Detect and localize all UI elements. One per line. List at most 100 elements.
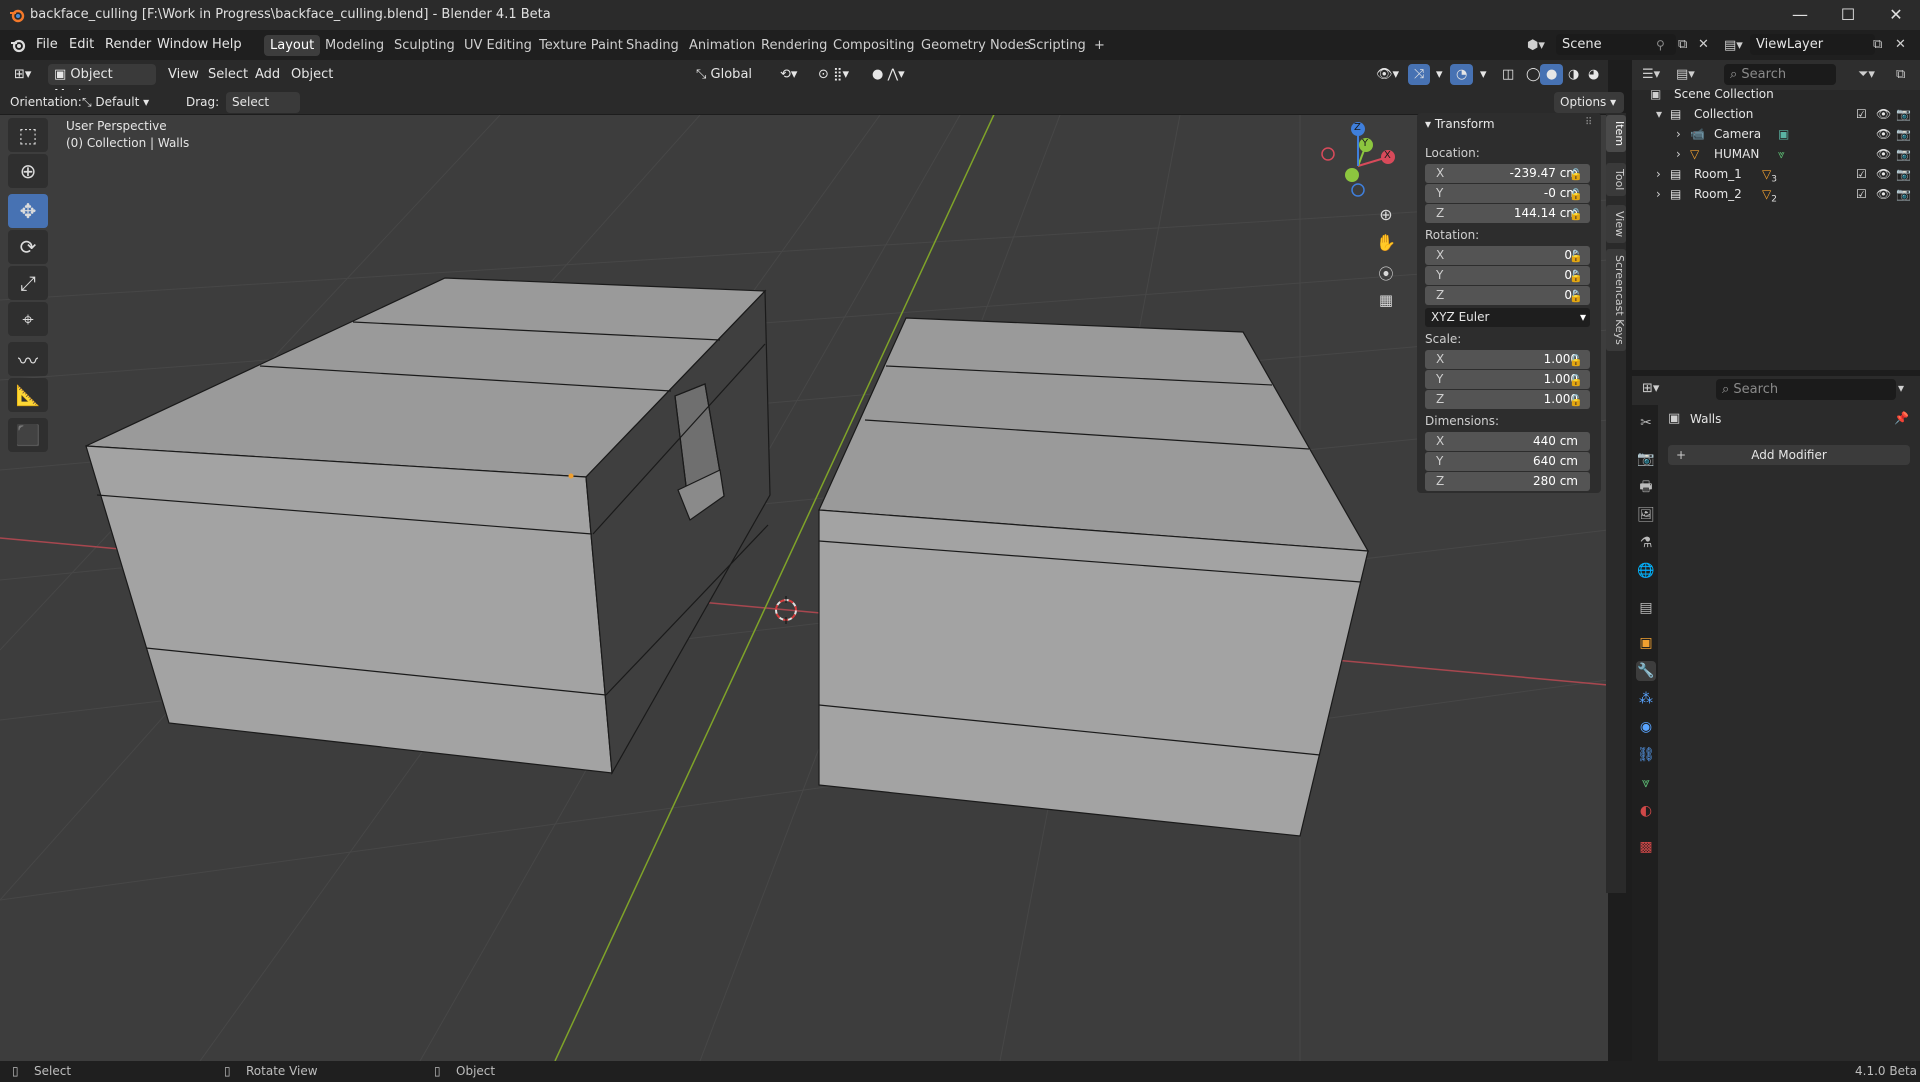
chevron-down-icon[interactable]: ▾	[1656, 104, 1662, 124]
display-mode-icon[interactable]: ▤▾	[1676, 67, 1695, 82]
delete-view-layer-icon[interactable]: ✕	[1895, 37, 1906, 52]
properties-editor-type-icon[interactable]: ⊞▾	[1642, 381, 1659, 396]
chevron-right-icon[interactable]: ›	[1676, 124, 1681, 144]
chevron-right-icon[interactable]: ›	[1656, 164, 1661, 184]
filter-icon[interactable]: ⏷▾	[1858, 67, 1875, 82]
menu-add[interactable]: Add	[249, 64, 286, 85]
tab-texture-paint[interactable]: Texture Paint	[533, 35, 629, 56]
tab-screencast-keys[interactable]: Screencast Keys	[1606, 249, 1626, 351]
outliner-row-scene-collection[interactable]: ▣ Scene Collection	[1632, 84, 1920, 104]
collection-properties-icon[interactable]: ▤	[1636, 598, 1656, 618]
add-workspace-button[interactable]: +	[1088, 35, 1111, 56]
tab-view[interactable]: View	[1606, 205, 1626, 244]
new-scene-icon[interactable]: ⧉	[1678, 37, 1687, 52]
camera-view-icon[interactable]: ⦿	[1375, 263, 1397, 285]
tab-layout[interactable]: Layout	[264, 35, 321, 56]
room-2-mesh[interactable]	[818, 317, 1370, 837]
drag-dropdown[interactable]: Select Box ▾	[226, 92, 300, 130]
scene-pin-icon[interactable]: ⚲	[1656, 38, 1665, 52]
menu-window[interactable]: Window	[157, 37, 208, 52]
minimize-button[interactable]: —	[1790, 5, 1810, 25]
close-button[interactable]: ✕	[1886, 5, 1906, 25]
pin-icon[interactable]: 📌	[1894, 411, 1909, 425]
tab-modeling[interactable]: Modeling	[319, 35, 390, 56]
scale-x-field[interactable]: X 1.000	[1425, 350, 1590, 369]
eye-icon[interactable]: 👁	[1876, 184, 1891, 204]
xray-icon[interactable]: ◫	[1496, 64, 1520, 85]
lock-icon[interactable]: 🔓	[1569, 374, 1583, 387]
pivot-point-icon[interactable]: ⟲▾	[774, 64, 803, 85]
object-properties-icon[interactable]: ▣	[1636, 633, 1656, 653]
checkbox-icon[interactable]: ☑	[1856, 164, 1867, 184]
tab-rendering[interactable]: Rendering	[755, 35, 833, 56]
menu-file[interactable]: File	[36, 37, 58, 52]
rotate-tool-icon[interactable]: ⟳	[8, 230, 48, 264]
outliner-row-camera[interactable]: › 📹 Camera ▣ 👁 📷	[1632, 124, 1920, 144]
location-y-field[interactable]: Y -0 cm	[1425, 184, 1590, 203]
outliner-row-room-1[interactable]: › ▤ Room_1 ▽3 ☑ 👁 📷	[1632, 164, 1920, 184]
gizmo-dropdown-icon[interactable]: ▾	[1430, 64, 1449, 85]
ortho-grid-icon[interactable]: ▦	[1375, 291, 1397, 313]
lock-icon[interactable]: 🔓	[1569, 250, 1583, 263]
scale-tool-icon[interactable]: ⤢	[8, 266, 48, 300]
eye-icon[interactable]: 👁	[1876, 104, 1891, 124]
scale-y-field[interactable]: Y 1.000	[1425, 370, 1590, 389]
chevron-right-icon[interactable]: ›	[1676, 144, 1681, 164]
move-tool-icon[interactable]: ✥	[8, 194, 48, 228]
outliner-row-human[interactable]: › ▽ HUMAN ⩔ 👁 📷	[1632, 144, 1920, 164]
constraint-properties-icon[interactable]: ⛓	[1636, 745, 1656, 765]
blender-menu-icon[interactable]	[10, 37, 26, 53]
world-properties-icon[interactable]: 🌐	[1636, 561, 1656, 581]
select-box-tool-icon[interactable]: ⬚	[8, 118, 48, 152]
rendered-shading-icon[interactable]: ◕	[1582, 64, 1605, 85]
tab-item[interactable]: Item	[1606, 115, 1626, 153]
properties-search-input[interactable]: ⌕ Search	[1716, 379, 1896, 400]
gizmo-toggle-icon[interactable]: ⤨	[1408, 64, 1431, 85]
checkbox-icon[interactable]: ☑	[1856, 104, 1867, 124]
particle-properties-icon[interactable]: ⁂	[1636, 689, 1656, 709]
view-layer-field[interactable]: ViewLayer	[1750, 34, 1875, 55]
mode-dropdown[interactable]: ▣ Object Mode ▾	[48, 64, 156, 103]
tab-sculpting[interactable]: Sculpting	[388, 35, 461, 56]
lock-icon[interactable]: 🔓	[1569, 354, 1583, 367]
lock-icon[interactable]: 🔓	[1569, 188, 1583, 201]
scene-properties-icon[interactable]: ⚗	[1636, 533, 1656, 553]
lock-icon[interactable]: 🔓	[1569, 168, 1583, 181]
lock-icon[interactable]: 🔓	[1569, 394, 1583, 407]
location-x-field[interactable]: X -239.47 cm	[1425, 164, 1590, 183]
tab-shading[interactable]: Shading	[620, 35, 685, 56]
3d-viewport[interactable]: User Perspective (0) Collection | Walls …	[0, 115, 1608, 1061]
lock-icon[interactable]: 🔓	[1569, 208, 1583, 221]
dimensions-z-field[interactable]: Z 280 cm	[1425, 472, 1590, 491]
data-properties-icon[interactable]: ⩔	[1636, 773, 1656, 793]
visibility-icon[interactable]: 👁▾	[1370, 64, 1405, 85]
new-view-layer-icon[interactable]: ⧉	[1873, 37, 1882, 52]
room-1-mesh[interactable]	[85, 277, 771, 775]
solid-shading-icon[interactable]: ●	[1540, 64, 1564, 85]
outliner-editor-type-icon[interactable]: ☰▾	[1642, 67, 1660, 82]
add-cube-tool-icon[interactable]: ⬛	[8, 418, 48, 452]
overlay-dropdown-icon[interactable]: ▾	[1474, 64, 1493, 85]
menu-edit[interactable]: Edit	[69, 37, 94, 52]
chevron-right-icon[interactable]: ›	[1656, 184, 1661, 204]
transform-tool-icon[interactable]: ⌖	[8, 302, 48, 336]
add-modifier-button[interactable]: + Add Modifier	[1668, 445, 1910, 465]
render-camera-icon[interactable]: 📷	[1896, 184, 1911, 204]
tab-uv-editing[interactable]: UV Editing	[458, 35, 538, 56]
zoom-icon[interactable]: ⊕	[1375, 205, 1397, 227]
tab-compositing[interactable]: Compositing	[827, 35, 921, 56]
measure-tool-icon[interactable]: 📐	[8, 378, 48, 412]
menu-select[interactable]: Select	[202, 64, 254, 85]
delete-scene-icon[interactable]: ✕	[1698, 37, 1709, 52]
transform-section-header[interactable]: ▾ Transform	[1425, 117, 1495, 131]
menu-render[interactable]: Render	[105, 37, 151, 52]
menu-view[interactable]: View	[162, 64, 205, 85]
tab-tool[interactable]: Tool	[1606, 163, 1626, 197]
physics-properties-icon[interactable]: ◉	[1636, 717, 1656, 737]
annotate-tool-icon[interactable]: 〰	[8, 342, 48, 376]
eye-icon[interactable]: 👁	[1876, 164, 1891, 184]
checkbox-icon[interactable]: ☑	[1856, 184, 1867, 204]
rotation-z-field[interactable]: Z 0°	[1425, 286, 1590, 305]
proportional-edit-icon[interactable]: ● ⋀▾	[866, 64, 911, 85]
panel-drag-handle-icon[interactable]: ⠿	[1585, 117, 1592, 128]
